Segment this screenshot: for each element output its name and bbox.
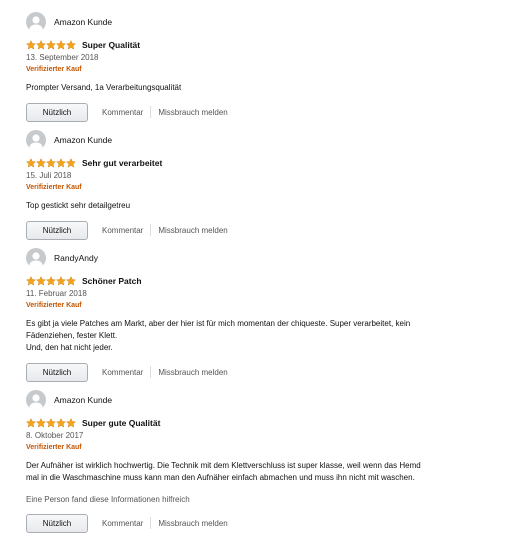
report-abuse-link[interactable]: Missbrauch melden [158,368,227,377]
reviewer-name: Amazon Kunde [54,17,113,27]
comment-link[interactable]: Kommentar [102,368,143,377]
review-title[interactable]: Super Qualität [82,40,140,50]
comment-link[interactable]: Kommentar [102,519,143,528]
star-icon [56,158,66,168]
review-title[interactable]: Sehr gut verarbeitet [82,158,162,168]
star-icon [36,158,46,168]
report-abuse-link[interactable]: Missbrauch melden [158,519,227,528]
star-icon [26,276,36,286]
star-rating[interactable] [26,40,76,50]
verified-purchase-badge: Verifizierter Kauf [26,302,82,309]
review-date: 15. Juli 2018 [26,171,72,180]
divider [150,106,152,118]
reviewer-profile[interactable]: Amazon Kunde [26,11,496,33]
report-abuse-link[interactable]: Missbrauch melden [158,226,227,235]
divider [150,224,152,236]
review-body: Der Aufnäher ist wirklich hochwertig. Di… [26,460,496,484]
review-actions: Nützlich Kommentar Missbrauch melden [26,362,496,382]
helpful-button[interactable]: Nützlich [26,102,88,122]
avatar [26,12,46,32]
helpful-count-text: Eine Person fand diese Informationen hil… [26,495,190,504]
star-icon [66,40,76,50]
star-icon [26,40,36,50]
star-icon [36,418,46,428]
star-icon [56,418,66,428]
verified-purchase-badge: Verifizierter Kauf [26,184,82,191]
review: Amazon Kunde Super Qualität 13. Septembe… [26,11,496,122]
star-icon [26,158,36,168]
star-icon [26,418,36,428]
helpful-button[interactable]: Nützlich [26,513,88,533]
star-icon [36,40,46,50]
reviewer-profile[interactable]: Amazon Kunde [26,389,496,411]
review-date: 11. Februar 2018 [26,289,87,298]
star-icon [46,418,56,428]
helpful-button[interactable]: Nützlich [26,362,88,382]
review-actions: Nützlich Kommentar Missbrauch melden [26,513,496,533]
review-body-line: Top gestickt sehr detailgetreu [26,201,131,210]
review-date: 8. Oktober 2017 [26,431,84,440]
review-title[interactable]: Schöner Patch [82,276,142,286]
review-actions: Nützlich Kommentar Missbrauch melden [26,102,496,122]
review-date: 13. September 2018 [26,53,99,62]
star-icon [56,40,66,50]
review-body: Es gibt ja viele Patches am Markt, aber … [26,318,496,354]
reviewer-profile[interactable]: Amazon Kunde [26,129,496,151]
review-body-line: Der Aufnäher ist wirklich hochwertig. Di… [26,461,421,470]
reviewer-name: Amazon Kunde [54,395,113,405]
review-body: Prompter Versand, 1a Verarbeitungsqualit… [26,82,496,94]
avatar [26,248,46,268]
star-rating[interactable] [26,418,76,428]
helpful-button[interactable]: Nützlich [26,220,88,240]
star-rating[interactable] [26,158,76,168]
star-icon [46,40,56,50]
review: RandyAndy Schöner Patch 11. Februar 2018… [26,247,496,382]
review-body: Top gestickt sehr detailgetreu [26,200,496,212]
avatar [26,390,46,410]
divider [150,366,152,378]
review-actions: Nützlich Kommentar Missbrauch melden [26,220,496,240]
review: Amazon Kunde Sehr gut verarbeitet 15. Ju… [26,129,496,240]
review-body-line: Prompter Versand, 1a Verarbeitungsqualit… [26,83,182,92]
avatar [26,130,46,150]
review-body-line: Fädenziehen, fester Klett. [26,331,118,340]
star-icon [56,276,66,286]
review-body-line: Es gibt ja viele Patches am Markt, aber … [26,319,411,328]
reviewer-name: Amazon Kunde [54,135,113,145]
star-icon [66,158,76,168]
review-body-line: mal in die Waschmaschine muss kann man d… [26,473,415,482]
report-abuse-link[interactable]: Missbrauch melden [158,108,227,117]
review-title[interactable]: Super gute Qualität [82,418,160,428]
star-icon [66,418,76,428]
star-rating[interactable] [26,276,76,286]
star-icon [66,276,76,286]
divider [150,517,152,529]
verified-purchase-badge: Verifizierter Kauf [26,444,82,451]
star-icon [46,276,56,286]
reviewer-name: RandyAndy [54,253,98,263]
comment-link[interactable]: Kommentar [102,226,143,235]
review-body-line: Und, den hat nicht jeder. [26,343,113,352]
comment-link[interactable]: Kommentar [102,108,143,117]
review: Amazon Kunde Super gute Qualität 8. Okto… [26,389,496,533]
verified-purchase-badge: Verifizierter Kauf [26,66,82,73]
star-icon [46,158,56,168]
reviewer-profile[interactable]: RandyAndy [26,247,496,269]
star-icon [36,276,46,286]
